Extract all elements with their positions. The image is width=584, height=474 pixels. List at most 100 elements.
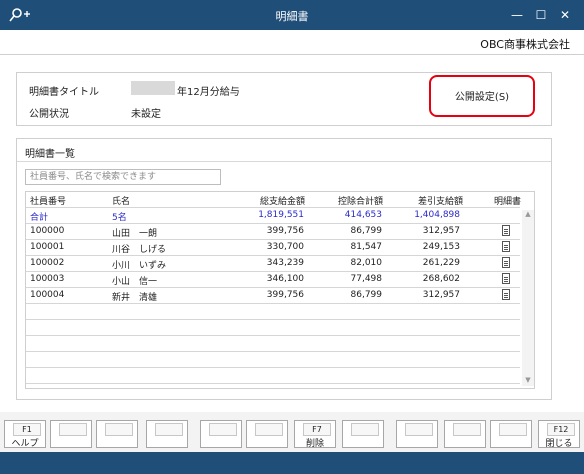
employee-name: 小山 信一 [112,277,158,287]
title-label: 明細書タイトル [29,87,99,98]
total-gross: 1,819,551 [258,210,304,220]
employee-name: 川谷 しげる [112,245,167,255]
f2-key-slot [59,423,87,436]
f7-delete-button[interactable]: F7 削除 [294,420,336,449]
publish-settings-button[interactable]: 公開設定(S) [429,75,535,117]
f7-key-label: F7 [303,423,331,436]
list-heading: 明細書一覧 [25,149,75,160]
f5-button[interactable] [200,420,242,448]
table-row[interactable]: 100004 新井 清雄 399,756 86,799 312,957 [26,288,520,304]
net-amount: 249,153 [422,242,460,252]
title-value: 年12月分給与 [177,87,240,98]
deduction-amount: 81,547 [350,242,383,252]
f7-label: 削除 [305,439,324,449]
redacted-year [131,81,175,95]
employee-id: 100001 [30,242,65,252]
f10-key-slot [453,423,481,436]
vertical-scrollbar[interactable]: ▲ ▼ [522,210,534,386]
f12-label: 閉じる [545,439,573,449]
f9-key-slot [405,423,433,436]
gross-amount: 399,756 [266,290,304,300]
f2-button[interactable] [50,420,92,448]
document-icon[interactable] [502,289,510,300]
total-id: 合計 [30,213,49,223]
net-amount: 261,229 [422,258,460,268]
table-row[interactable]: 100000 山田 一朗 399,756 86,799 312,957 [26,224,520,240]
empty-row [26,304,520,320]
empty-row [26,368,520,384]
f5-key-slot [209,423,237,436]
empty-row [26,336,520,352]
column-header-gross[interactable]: 総支給金額 [260,194,305,207]
deduction-amount: 77,498 [350,274,383,284]
net-amount: 312,957 [422,226,460,236]
f11-key-slot [499,423,527,436]
status-value: 未設定 [131,109,161,120]
gross-amount: 343,239 [266,258,304,268]
document-icon[interactable] [502,241,510,252]
employee-name: 新井 清雄 [112,293,158,303]
total-count: 5名 [112,213,127,223]
search-input[interactable]: 社員番号、氏名で検索できます [25,169,221,185]
column-header-net[interactable]: 差引支給額 [418,194,463,207]
column-header-statement[interactable]: 明細書 [494,194,521,207]
gross-amount: 399,756 [266,226,304,236]
f10-button[interactable] [444,420,486,448]
scroll-down-icon[interactable]: ▼ [522,376,534,386]
statement-info-panel: 明細書タイトル 年12月分給与 公開状況 未設定 公開設定(S) [16,72,552,126]
table-header-row: 社員番号 氏名 総支給金額 控除合計額 差引支給額 明細書 [26,192,521,208]
deduction-amount: 86,799 [350,290,383,300]
minimize-icon[interactable]: — [508,6,526,24]
company-name: OBC商事株式会社 [480,38,570,51]
document-icon[interactable] [502,257,510,268]
scroll-up-icon[interactable]: ▲ [522,210,534,220]
window-title: 明細書 [275,10,309,23]
column-header-id[interactable]: 社員番号 [30,194,66,207]
f8-key-slot [351,423,379,436]
statement-list-panel: 明細書一覧 社員番号、氏名で検索できます 社員番号 氏名 総支給金額 控除合計額… [16,138,552,400]
list-heading-divider [17,161,551,162]
table-row[interactable]: 100002 小川 いずみ 343,239 82,010 261,229 [26,256,520,272]
employee-id: 100004 [30,290,65,300]
employee-id: 100000 [30,226,65,236]
f4-button[interactable] [146,420,188,448]
deduction-amount: 86,799 [350,226,383,236]
table-row[interactable]: 100003 小山 信一 346,100 77,498 268,602 [26,272,520,288]
total-deduction: 414,653 [344,210,382,220]
f8-button[interactable] [342,420,384,448]
employee-id: 100002 [30,258,65,268]
f11-button[interactable] [490,420,532,448]
f1-help-button[interactable]: F1 ヘルプ [4,420,46,449]
f12-close-button[interactable]: F12 閉じる [538,420,580,449]
column-header-deduction[interactable]: 控除合計額 [338,194,383,207]
gross-amount: 330,700 [266,242,304,252]
title-bar: 明細書 — ☐ ✕ [0,0,584,30]
f6-key-slot [255,423,283,436]
f1-key-label: F1 [13,423,41,436]
status-label: 公開状況 [29,109,69,120]
f9-button[interactable] [396,420,438,448]
document-icon[interactable] [502,273,510,284]
status-bar [0,452,584,474]
f3-key-slot [105,423,133,436]
employee-id: 100003 [30,274,65,284]
f3-button[interactable] [96,420,138,448]
deduction-amount: 82,010 [350,258,383,268]
table-row[interactable]: 100001 川谷 しげる 330,700 81,547 249,153 [26,240,520,256]
document-icon[interactable] [502,225,510,236]
f12-key-label: F12 [547,423,575,436]
close-icon[interactable]: ✕ [556,6,574,24]
maximize-icon[interactable]: ☐ [532,6,550,24]
column-header-name[interactable]: 氏名 [112,194,130,207]
empty-row [26,352,520,368]
gross-amount: 346,100 [266,274,304,284]
net-amount: 312,957 [422,290,460,300]
empty-row [26,320,520,336]
header-divider [0,54,584,55]
net-amount: 268,602 [422,274,460,284]
total-net: 1,404,898 [414,210,460,220]
f4-key-slot [155,423,183,436]
f6-button[interactable] [246,420,288,448]
total-row: 合計 5名 1,819,551 414,653 1,404,898 [26,208,520,224]
f1-label: ヘルプ [11,439,39,449]
